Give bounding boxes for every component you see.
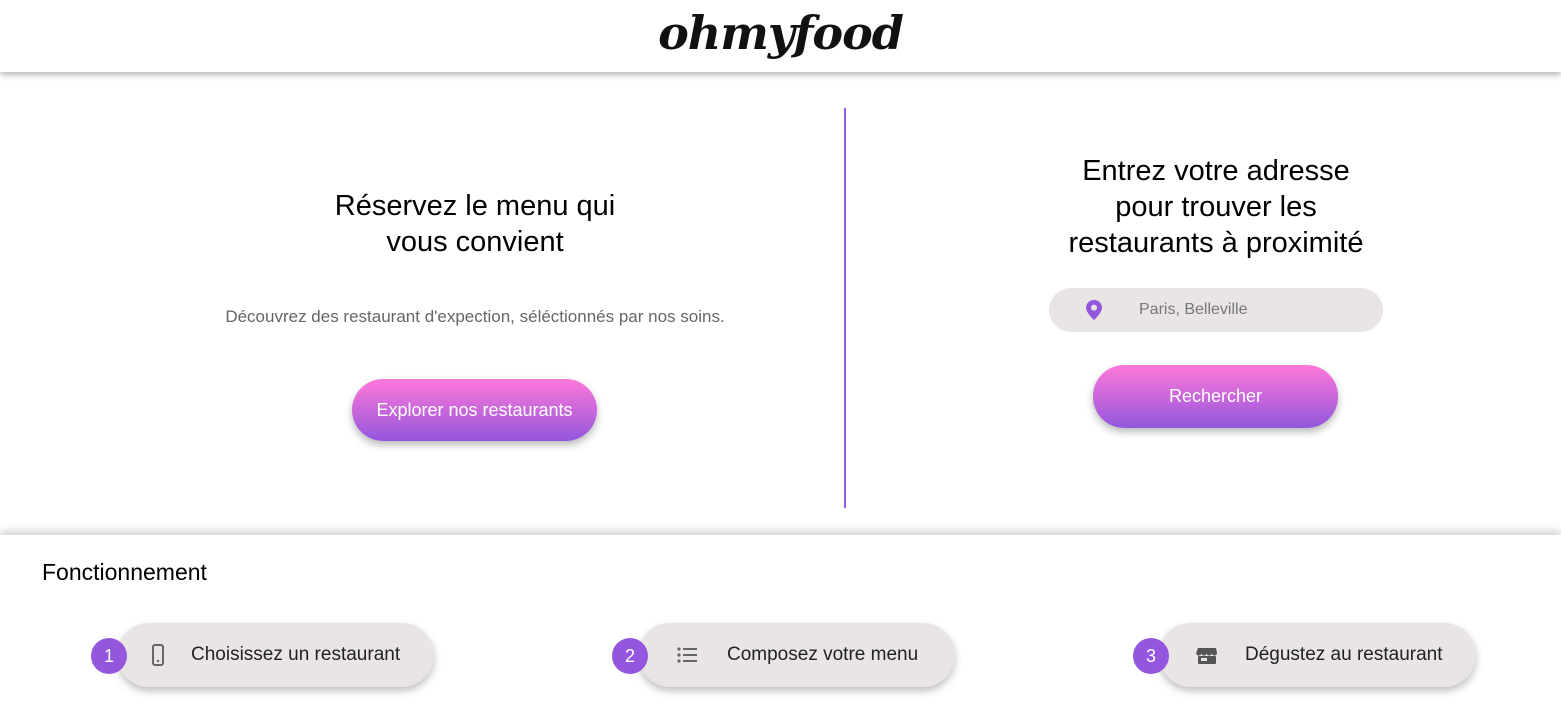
how-it-works-title: Fonctionnement [42, 559, 207, 585]
step-number: 3 [1133, 638, 1169, 674]
address-search-input[interactable] [1129, 288, 1379, 332]
hero-divider [844, 108, 846, 508]
reserve-menu-description: Découvrez des restaurant d'expection, sé… [225, 307, 725, 326]
address-search-field[interactable] [1049, 288, 1383, 332]
list-icon [677, 647, 697, 663]
address-search-title-line-3: restaurants à proximité [1068, 227, 1364, 259]
storefront-icon [1196, 648, 1217, 664]
search-button[interactable]: Rechercher [1093, 365, 1338, 428]
step-label: Composez votre menu [727, 644, 919, 665]
step-number: 2 [612, 638, 648, 674]
step-label: Dégustez au restaurant [1245, 644, 1443, 665]
reserve-menu-title-line-1: Réservez le menu qui [334, 190, 616, 222]
step-label: Choisissez un restaurant [191, 644, 401, 665]
location-pin-icon [1086, 300, 1102, 320]
reserve-menu-title-line-2: vous convient [386, 226, 564, 258]
address-search-title-line-1: Entrez votre adresse [1082, 155, 1350, 187]
site-header: ohmyfood [0, 0, 1561, 72]
how-it-works-section: Fonctionnement 1 Choisissez un restauran… [0, 535, 1561, 723]
mobile-phone-icon [152, 644, 164, 666]
address-search-title-line-2: pour trouver les [1115, 191, 1317, 223]
address-search-title: Entrez votre adresse pour trouver les re… [1046, 153, 1386, 261]
reserve-menu-title: Réservez le menu qui vous convient [325, 188, 625, 260]
step-number: 1 [91, 638, 127, 674]
explore-restaurants-button[interactable]: Explorer nos restaurants [352, 379, 597, 441]
hero-section: Réservez le menu qui vous convient Décou… [0, 72, 1561, 535]
ohmyfood-logo[interactable]: ohmyfood [0, 6, 1561, 60]
